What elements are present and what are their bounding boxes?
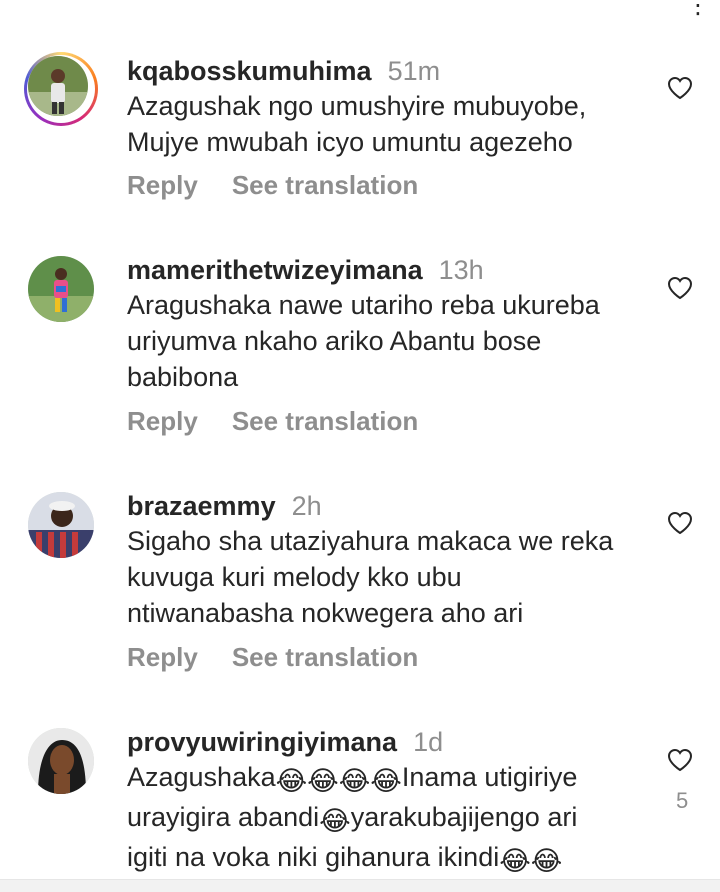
heart-outline-icon[interactable] — [667, 76, 693, 100]
see-translation-button[interactable]: See translation — [232, 406, 418, 436]
more-dots-icon[interactable]: ⋮ — [686, 0, 710, 18]
laughing-emoji: 😂 — [370, 766, 402, 796]
comment-actions: Reply See translation — [127, 642, 418, 673]
laughing-emoji: 😂 — [530, 846, 563, 876]
comment-text: Sigaho sha utaziyahura makaca we reka ku… — [127, 523, 647, 631]
reply-button[interactable]: Reply — [127, 170, 198, 200]
laughing-emoji: 😂 — [319, 806, 351, 836]
comment-line: ntiwanabasha nokwegera aho ari — [127, 598, 524, 628]
comment-actions: Reply See translation — [127, 170, 418, 201]
comment-line: Aragushaka nawe utariho reba ukureba — [127, 290, 600, 320]
heart-outline-icon[interactable] — [667, 511, 693, 535]
user-avatar[interactable] — [28, 728, 94, 794]
username[interactable]: mamerithetwizeyimana — [127, 255, 423, 285]
comment-header: mamerithetwizeyimana 13h — [127, 255, 484, 286]
laughing-emoji: 😂 — [338, 766, 371, 796]
username[interactable]: brazaemmy — [127, 491, 276, 521]
comment-text: Azagushaka😂😂😂😂Inama utigiriye urayigira … — [127, 759, 647, 879]
comment-line: babibona — [127, 362, 239, 392]
laughing-emoji: 😂 — [275, 766, 308, 796]
see-translation-button[interactable]: See translation — [232, 642, 418, 672]
user-avatar[interactable] — [28, 56, 88, 116]
comment-header: kqabosskumuhima 51m — [127, 56, 440, 87]
comment-actions: Reply See translation — [127, 406, 418, 437]
comment-line: Sigaho sha utaziyahura makaca we reka — [127, 526, 614, 556]
like-count: 5 — [676, 788, 689, 813]
heart-outline-icon[interactable] — [667, 748, 693, 772]
see-translation-button[interactable]: See translation — [232, 170, 418, 200]
comment-line: Mujye mwubah icyo umuntu agezeho — [127, 127, 573, 157]
heart-outline-icon[interactable] — [667, 276, 693, 300]
user-avatar[interactable] — [28, 492, 94, 558]
comment-line: igiti na voka niki gihanura ikindi😂😂 — [127, 839, 647, 879]
comment-text: Azagushak ngo umushyire mubuyobe, Mujye … — [127, 88, 647, 160]
comment-line: urayigira abandi😂yarakubajijengo ari — [127, 799, 647, 839]
comment-line: Azagushaka😂😂😂😂Inama utigiriye — [127, 759, 647, 799]
comment-header: brazaemmy 2h — [127, 491, 322, 522]
comment-line: Azagushak ngo umushyire mubuyobe, — [127, 91, 587, 121]
reply-button[interactable]: Reply — [127, 642, 198, 672]
username[interactable]: kqabosskumuhima — [127, 56, 372, 86]
user-avatar[interactable] — [28, 256, 94, 322]
comment-line: kuvuga kuri melody kko ubu — [127, 562, 462, 592]
comment-time: 2h — [291, 491, 322, 521]
comment-time: 51m — [387, 56, 441, 86]
comment-header: provyuwiringiyimana 1d — [127, 727, 443, 758]
comment-text: Aragushaka nawe utariho reba ukureba uri… — [127, 287, 647, 395]
laughing-emoji: 😂 — [499, 846, 531, 876]
username[interactable]: provyuwiringiyimana — [127, 727, 397, 757]
reply-button[interactable]: Reply — [127, 406, 198, 436]
laughing-emoji: 😂 — [307, 766, 339, 796]
story-ring[interactable] — [24, 52, 98, 126]
comment-time: 13h — [438, 255, 484, 285]
bottom-divider — [0, 879, 720, 892]
comment-line: uriyumva nkaho ariko Abantu bose — [127, 326, 542, 356]
comment-time: 1d — [413, 727, 444, 757]
